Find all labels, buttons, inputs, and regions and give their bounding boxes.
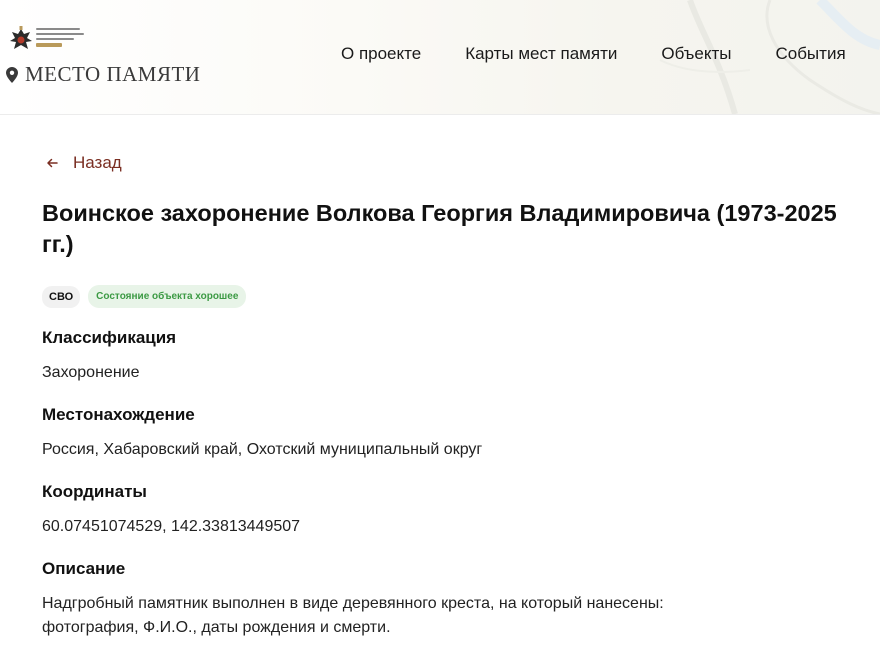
site-logo[interactable]: [8, 26, 86, 54]
badge-row: СВО Состояние объекта хорошее: [42, 285, 880, 308]
description-label: Описание: [42, 559, 126, 578]
location-label: Местонахождение: [42, 405, 195, 424]
coordinates-label: Координаты: [42, 482, 147, 501]
nav-memory-maps[interactable]: Карты мест памяти: [465, 44, 617, 64]
place-brand[interactable]: МЕСТО ПАМЯТИ: [6, 62, 200, 87]
place-title: МЕСТО ПАМЯТИ: [25, 62, 201, 86]
nav-events[interactable]: События: [775, 44, 845, 64]
coordinates-value: 60.07451074529, 142.33813449507: [42, 518, 301, 535]
arrow-left-icon: [47, 158, 58, 168]
nav-objects[interactable]: Объекты: [661, 44, 731, 64]
nav-about[interactable]: О проекте: [341, 44, 421, 64]
page-title: Воинское захоронение Волкова Георгия Вла…: [42, 200, 837, 257]
description-value: Надгробный памятник выполнен в виде дере…: [42, 595, 664, 636]
main-nav: О проекте Карты мест памяти Объекты Собы…: [341, 44, 880, 64]
rvio-logo-icon: [10, 26, 32, 49]
location-value: Россия, Хабаровский край, Охотский муниц…: [42, 441, 483, 458]
classification-value: Захоронение: [42, 364, 140, 381]
back-link[interactable]: Назад: [42, 153, 122, 173]
status-badge: Состояние объекта хорошее: [88, 285, 247, 308]
classification-label: Классификация: [42, 328, 177, 347]
tag-badge: СВО: [42, 285, 81, 308]
logo-wordmark: [36, 28, 86, 50]
map-pin-icon: [6, 66, 18, 83]
back-label: Назад: [73, 153, 122, 172]
site-header: МЕСТО ПАМЯТИ О проекте Карты мест памяти…: [0, 0, 880, 115]
main-content: Назад Воинское захоронение Волкова Георг…: [0, 115, 880, 640]
